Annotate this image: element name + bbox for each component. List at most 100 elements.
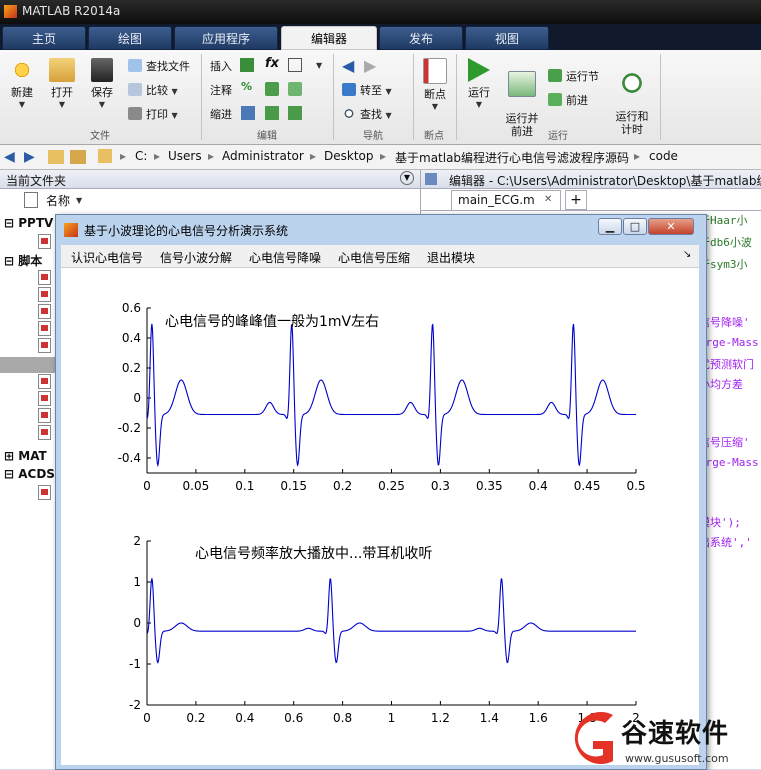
- breadcrumb-separator: ▸: [208, 149, 215, 163]
- group-acds[interactable]: ⊟ ACDS: [4, 467, 55, 481]
- goto-button[interactable]: 转至 ▼: [342, 82, 392, 98]
- column-name-header[interactable]: 名称: [46, 192, 70, 209]
- save-button[interactable]: 保存 ▼: [84, 58, 120, 109]
- breadcrumb-users[interactable]: Users: [168, 149, 202, 163]
- tab-plots[interactable]: 绘图: [88, 26, 172, 50]
- x-tick-label: 0.3: [431, 479, 450, 493]
- script-file-icon[interactable]: [38, 270, 51, 285]
- tab-publish[interactable]: 发布: [379, 26, 463, 50]
- collapse-icon[interactable]: ⊟: [4, 254, 14, 268]
- ribbon-toolbar: 新建 ▼ 打开 ▼ 保存 ▼ 查找文件 比较 ▼ 打印 ▼ 文件 插入 注释 缩…: [0, 50, 761, 145]
- maximize-button[interactable]: □: [623, 218, 647, 235]
- goto-label: 转至: [360, 84, 382, 97]
- script-file-icon[interactable]: [38, 287, 51, 302]
- collapse-icon[interactable]: ⊟: [4, 467, 14, 481]
- png-file-icon[interactable]: [38, 485, 51, 500]
- comment-add-icon[interactable]: [265, 82, 279, 96]
- advance-button[interactable]: 前进: [548, 92, 588, 108]
- find-files-button[interactable]: 查找文件: [128, 58, 190, 74]
- breadcrumb-desktop[interactable]: Desktop: [324, 149, 374, 163]
- forward-arrow-icon[interactable]: ▶: [24, 149, 35, 165]
- breadcrumb-project[interactable]: 基于matlab编程进行心电信号滤波程序源码: [395, 149, 629, 166]
- close-tab-icon[interactable]: ✕: [544, 194, 552, 205]
- close-button[interactable]: ✕: [648, 218, 694, 235]
- minimize-button[interactable]: ▁: [598, 218, 622, 235]
- run-section-button[interactable]: 运行节: [548, 68, 599, 84]
- script-file-icon[interactable]: [38, 391, 51, 406]
- print-button[interactable]: 打印 ▼: [128, 106, 178, 122]
- y-tick-label: 2: [133, 534, 141, 548]
- group-scripts[interactable]: ⊟ 脚本: [4, 252, 42, 269]
- new-tab-button[interactable]: +: [565, 190, 587, 210]
- script-file-icon[interactable]: [38, 304, 51, 319]
- fx-button[interactable]: fx: [265, 56, 279, 71]
- expand-icon[interactable]: ⊞: [4, 449, 14, 463]
- breadcrumb-administrator[interactable]: Administrator: [222, 149, 304, 163]
- insert-function-icon[interactable]: [288, 58, 302, 72]
- menu-wavelet-decomposition[interactable]: 信号小波分解: [160, 249, 232, 266]
- group-scripts-label: 脚本: [18, 254, 43, 268]
- insert-button[interactable]: 插入: [210, 58, 232, 74]
- up-folder-icon[interactable]: [48, 150, 64, 164]
- tab-home[interactable]: 主页: [2, 26, 86, 50]
- script-file-icon[interactable]: [38, 425, 51, 440]
- menu-understand-ecg[interactable]: 认识心电信号: [71, 249, 143, 266]
- breadcrumb-code[interactable]: code: [649, 149, 678, 163]
- new-button[interactable]: 新建 ▼: [4, 58, 40, 109]
- print-label: 打印: [146, 108, 168, 121]
- file-icon: [24, 192, 38, 208]
- open-button[interactable]: 打开 ▼: [44, 58, 80, 109]
- find-button[interactable]: 查找 ▼: [342, 106, 392, 122]
- group-mat[interactable]: ⊞ MAT: [4, 449, 47, 463]
- goto-dropdown-icon: ▼: [385, 87, 392, 96]
- forward-arrow-icon[interactable]: ▶: [364, 56, 376, 75]
- script-file-icon[interactable]: [38, 338, 51, 353]
- editor-icon: [425, 173, 437, 185]
- find-label: 查找: [360, 108, 382, 121]
- insert-dropdown-icon[interactable]: ▼: [316, 61, 322, 70]
- panel-menu-icon[interactable]: ▼: [400, 171, 414, 185]
- indent-button[interactable]: 缩进: [210, 106, 232, 122]
- tab-apps[interactable]: 应用程序: [174, 26, 278, 50]
- open-label: 打开: [51, 86, 73, 99]
- tab-view[interactable]: 视图: [465, 26, 549, 50]
- uncomment-icon[interactable]: [288, 82, 302, 96]
- x-tick-label: 0.05: [183, 479, 210, 493]
- smart-indent-icon[interactable]: [241, 106, 255, 120]
- menu-exit-module[interactable]: 退出模块: [427, 249, 475, 266]
- advance-icon: [548, 93, 562, 106]
- y-tick-label: 0: [133, 616, 141, 630]
- insert-section-icon[interactable]: [240, 58, 254, 72]
- selected-row[interactable]: [0, 357, 55, 373]
- script-file-icon[interactable]: [38, 408, 51, 423]
- y-tick-label: -1: [129, 657, 141, 671]
- x-tick-label: 0.45: [574, 479, 601, 493]
- run-button[interactable]: 运行 ▼: [462, 58, 496, 109]
- back-arrow-icon[interactable]: ◀: [4, 149, 15, 165]
- y-tick-label: -0.2: [118, 421, 141, 435]
- browse-folder-icon[interactable]: [70, 150, 86, 164]
- sort-icon[interactable]: ▼: [76, 196, 82, 205]
- script-file-icon[interactable]: [38, 321, 51, 336]
- script-file-icon[interactable]: [38, 374, 51, 389]
- breadcrumb-c[interactable]: C:: [135, 149, 147, 163]
- increase-indent-icon[interactable]: [265, 106, 279, 120]
- decrease-indent-icon[interactable]: [288, 106, 302, 120]
- collapse-icon[interactable]: ⊟: [4, 216, 14, 230]
- editor-tab-label: main_ECG.m: [458, 193, 535, 207]
- file-icon[interactable]: [38, 234, 51, 249]
- menu-ecg-compress[interactable]: 心电信号压缩: [338, 249, 410, 266]
- tab-editor[interactable]: 编辑器: [281, 26, 377, 50]
- comment-percent-icon[interactable]: %: [241, 80, 252, 93]
- back-arrow-icon[interactable]: ◀: [342, 56, 354, 75]
- group-pptv[interactable]: ⊟ PPTV: [4, 216, 53, 230]
- menu-ecg-denoise[interactable]: 心电信号降噪: [249, 249, 321, 266]
- x-tick-label: 1.6: [529, 711, 548, 725]
- group-pptv-label: PPTV: [18, 216, 54, 230]
- compare-button[interactable]: 比较 ▼: [128, 82, 178, 98]
- open-dropdown-icon: ▼: [58, 100, 66, 109]
- breakpoints-button[interactable]: 断点 ▼: [418, 58, 452, 111]
- dock-icon[interactable]: ↘: [683, 249, 691, 260]
- comment-button[interactable]: 注释: [210, 82, 232, 98]
- editor-tab-main-ecg[interactable]: main_ECG.m ✕: [451, 190, 561, 210]
